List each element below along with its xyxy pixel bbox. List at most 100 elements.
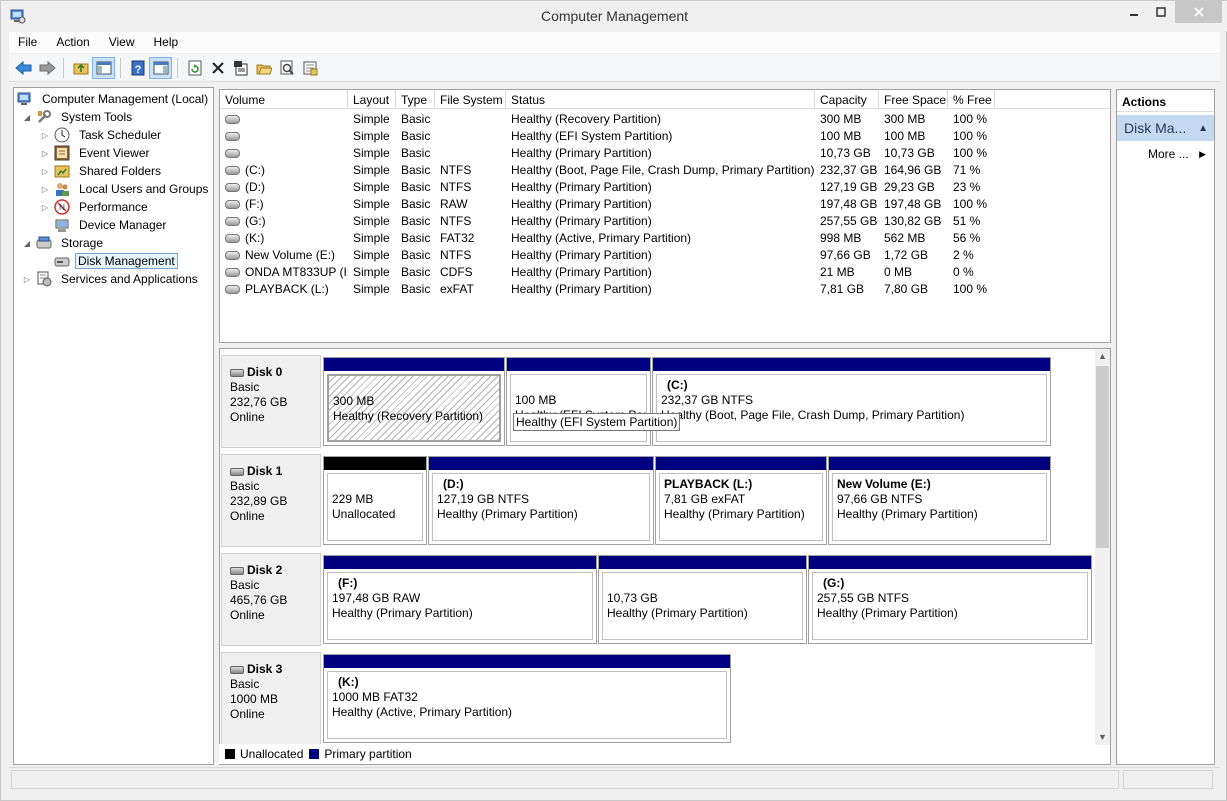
svg-text:?: ? [134, 64, 141, 76]
show-hide-action-pane-button[interactable] [149, 56, 172, 79]
table-row[interactable]: Simple Basic Healthy (EFI System Partition… [220, 127, 1110, 144]
disk-view-scrollbar[interactable]: ▲ ▼ [1095, 349, 1110, 745]
refresh-button[interactable] [183, 57, 206, 79]
disk-info-2[interactable]: Disk 2 Basic 465,76 GB Online [221, 553, 321, 646]
table-row[interactable]: (G:) Simple Basic NTFS Healthy (Primary Part… [220, 212, 1110, 229]
expand-icon[interactable]: ▷ [40, 131, 50, 140]
export-list-button[interactable] [298, 57, 321, 79]
delete-button[interactable] [206, 57, 229, 79]
column-header-status[interactable]: Status [506, 90, 815, 109]
up-one-level-button[interactable] [69, 57, 92, 79]
tree-item-event-viewer[interactable]: ▷ Event Viewer [40, 144, 153, 162]
partition-c[interactable]: (C:) 232,37 GB NTFS Healthy (Boot, Page … [652, 357, 1051, 446]
disk-info-3[interactable]: Disk 3 Basic 1000 MB Online [221, 652, 321, 745]
volume-name: ONDA MT833UP (I:) [245, 264, 348, 279]
expand-icon[interactable]: ▷ [40, 203, 50, 212]
table-row[interactable]: New Volume (E:) Simple Basic NTFS Healthy (P… [220, 246, 1110, 263]
disk-row-3[interactable]: Disk 3 Basic 1000 MB Online (K:) 1000 MB… [220, 652, 1096, 745]
tree-item-performance[interactable]: ▷ N Performance [40, 198, 152, 216]
partition-efi[interactable]: 100 MB Healthy (EFI System Partition) [506, 357, 651, 446]
partition-new-volume-e[interactable]: New Volume (E:) 97,66 GB NTFS Healthy (P… [828, 456, 1051, 545]
tree-item-system-tools[interactable]: ◢ System Tools [22, 108, 136, 126]
type-cell: Basic [401, 281, 431, 296]
column-header-free-space[interactable]: Free Space [879, 90, 948, 109]
status-cell: Healthy (Active, Primary Partition) [511, 230, 692, 245]
minimize-icon [1130, 14, 1138, 16]
partition-unallocated[interactable]: 229 MB Unallocated [323, 456, 427, 545]
volume-cell: New Volume (E:) [220, 248, 348, 262]
menu-action[interactable]: Action [46, 32, 98, 53]
tree-item-task-scheduler[interactable]: ▷ Task Scheduler [40, 126, 165, 144]
column-header-percent-free[interactable]: % Free [948, 90, 995, 109]
more-actions-button[interactable]: More ... ▶ [1117, 141, 1214, 161]
collapse-icon[interactable]: ◢ [22, 113, 32, 122]
properties-button[interactable] [229, 57, 252, 79]
partition-f[interactable]: (F:) 197,48 GB RAW Healthy (Primary Part… [323, 555, 597, 644]
show-hide-console-tree-button[interactable] [92, 56, 115, 79]
tree-item-shared-folders[interactable]: ▷ Shared Folders [40, 162, 165, 180]
table-row[interactable]: ONDA MT833UP (I:) Simple Basic CDFS Healthy … [220, 263, 1110, 280]
scroll-down-icon[interactable]: ▼ [1095, 730, 1110, 745]
partition-unnamed-10gb[interactable]: 10,73 GB Healthy (Primary Partition) [598, 555, 807, 644]
volume-name: (C:) [245, 162, 265, 177]
column-header-type[interactable]: Type [396, 90, 435, 109]
partition-color-bar [324, 556, 596, 569]
expand-icon[interactable]: ▷ [40, 167, 50, 176]
collapse-icon[interactable]: ◢ [22, 239, 32, 248]
partition-size: 97,66 GB NTFS [837, 492, 923, 506]
expand-icon[interactable]: ▷ [40, 185, 50, 194]
partition-playback-l[interactable]: PLAYBACK (L:) 7,81 GB exFAT Healthy (Pri… [655, 456, 827, 545]
column-header-capacity[interactable]: Capacity [815, 90, 879, 109]
actions-section-disk-management[interactable]: Disk Ma... ▲ [1117, 115, 1214, 141]
status-cell: Healthy (Primary Partition) [511, 281, 652, 296]
table-row[interactable]: PLAYBACK (L:) Simple Basic exFAT Healthy (Pr… [220, 280, 1110, 297]
partition-color-bar [656, 457, 826, 470]
table-row[interactable]: (K:) Simple Basic FAT32 Healthy (Active, Pri… [220, 229, 1110, 246]
services-icon [37, 271, 52, 287]
table-row[interactable]: (D:) Simple Basic NTFS Healthy (Primary Part… [220, 178, 1110, 195]
expand-icon[interactable]: ▷ [40, 149, 50, 158]
menu-file[interactable]: File [9, 32, 46, 53]
type-cell: Basic [401, 230, 431, 245]
type-cell: Basic [401, 179, 431, 194]
table-row[interactable]: Simple Basic Healthy (Recovery Partition) 3… [220, 110, 1110, 127]
scroll-up-icon[interactable]: ▲ [1095, 349, 1110, 364]
close-button[interactable] [1175, 1, 1222, 23]
tree-item-local-users-and-groups[interactable]: ▷ Local Users and Groups [40, 180, 212, 198]
partition-name: (D:) [443, 477, 464, 491]
disk-row-2[interactable]: Disk 2 Basic 465,76 GB Online (F:) 197,4… [220, 553, 1096, 646]
help-button[interactable]: ? [126, 57, 149, 79]
rescan-disks-button[interactable] [275, 57, 298, 79]
collapse-up-icon[interactable]: ▲ [1198, 123, 1208, 134]
partition-k[interactable]: (K:) 1000 MB FAT32 Healthy (Active, Prim… [323, 654, 731, 743]
open-button[interactable] [252, 57, 275, 79]
menu-help[interactable]: Help [144, 32, 188, 53]
table-row[interactable]: Simple Basic Healthy (Primary Partition) 10… [220, 144, 1110, 161]
column-header-file-system[interactable]: File System [435, 90, 506, 109]
disk-info-0[interactable]: Disk 0 Basic 232,76 GB Online [221, 355, 321, 448]
table-row[interactable]: (F:) Simple Basic RAW Healthy (Primary Parti… [220, 195, 1110, 212]
tree-item-services-and-applications[interactable]: ▷ Services and Applications [22, 270, 202, 288]
disk-row-0[interactable]: Disk 0 Basic 232,76 GB Online 300 MB Hea… [220, 355, 1096, 448]
partition-recovery[interactable]: 300 MB Healthy (Recovery Partition) [323, 357, 505, 446]
partition-g[interactable]: (G:) 257,55 GB NTFS Healthy (Primary Par… [808, 555, 1092, 644]
minimize-button[interactable] [1121, 1, 1147, 23]
column-header-layout[interactable]: Layout [348, 90, 396, 109]
tree-item-device-manager[interactable]: Device Manager [54, 216, 170, 234]
disk-row-1[interactable]: Disk 1 Basic 232,89 GB Online 229 MB Una… [220, 454, 1096, 547]
disk-info-1[interactable]: Disk 1 Basic 232,89 GB Online [221, 454, 321, 547]
maximize-button[interactable] [1147, 1, 1175, 23]
table-row[interactable]: (C:) Simple Basic NTFS Healthy (Boot, Page F… [220, 161, 1110, 178]
forward-button[interactable] [35, 57, 58, 79]
partition-d[interactable]: (D:) 127,19 GB NTFS Healthy (Primary Par… [428, 456, 654, 545]
volume-name: (G:) [245, 213, 266, 228]
tree-item-disk-management[interactable]: Disk Management [54, 252, 178, 270]
expand-icon[interactable]: ▷ [22, 275, 32, 284]
back-button[interactable] [12, 57, 35, 79]
partition-status: Healthy (Boot, Page File, Crash Dump, Pr… [661, 408, 965, 422]
tree-item-computer-management[interactable]: Computer Management (Local) [17, 90, 212, 108]
menu-view[interactable]: View [99, 32, 144, 53]
tree-item-storage[interactable]: ◢ Storage [22, 234, 107, 252]
column-header-volume[interactable]: Volume [220, 90, 348, 109]
scrollbar-thumb[interactable] [1096, 366, 1109, 548]
